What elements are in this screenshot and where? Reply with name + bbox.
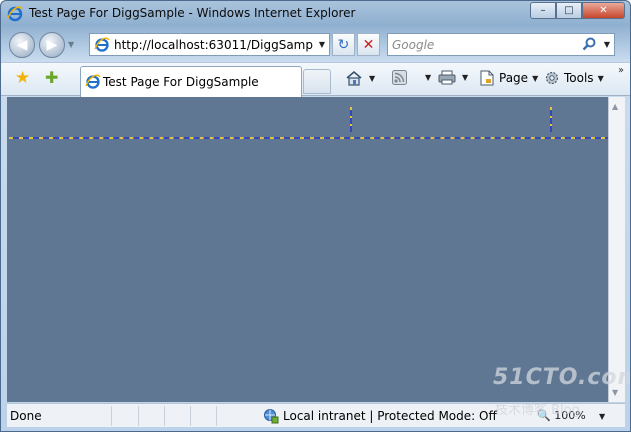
print-dropdown-icon[interactable]: ▼ bbox=[462, 73, 468, 82]
intranet-zone-icon[interactable] bbox=[263, 408, 279, 424]
address-dropdown-icon[interactable]: ▼ bbox=[319, 40, 325, 49]
home-dropdown-icon[interactable]: ▼ bbox=[369, 74, 375, 83]
page-menu-button[interactable]: Page ▼ bbox=[479, 70, 538, 86]
status-text: Done bbox=[10, 409, 42, 423]
status-panel bbox=[111, 406, 138, 426]
search-icon[interactable] bbox=[582, 37, 596, 51]
recent-pages-dropdown-icon[interactable]: ▼ bbox=[68, 40, 74, 49]
page-dropdown-icon[interactable]: ▼ bbox=[532, 74, 538, 83]
zoom-magnifier-icon: 🔍 bbox=[537, 409, 551, 422]
caption-buttons: – □ ✕ bbox=[530, 2, 625, 19]
back-arrow-icon: ◀ bbox=[16, 37, 28, 53]
zoom-dropdown-icon[interactable]: ▼ bbox=[599, 412, 605, 421]
favorites-star-icon[interactable]: ★ bbox=[15, 70, 30, 87]
search-input[interactable] bbox=[392, 37, 582, 53]
minimize-button[interactable]: – bbox=[530, 2, 556, 19]
zoom-level[interactable]: 🔍 100% bbox=[537, 409, 586, 422]
page-icon bbox=[480, 70, 494, 86]
feeds-dropdown-icon[interactable]: ▼ bbox=[425, 73, 431, 82]
title-bar: Test Page For DiggSample - Windows Inter… bbox=[1, 1, 630, 27]
dashed-marker bbox=[550, 107, 552, 132]
status-panel bbox=[164, 406, 190, 426]
refresh-button[interactable]: ↻ bbox=[332, 33, 355, 56]
scroll-up-icon[interactable]: ▲ bbox=[612, 102, 618, 111]
add-favorite-icon[interactable]: ✚ bbox=[45, 70, 58, 86]
dashed-marker bbox=[350, 107, 352, 132]
printer-icon bbox=[438, 70, 456, 85]
status-panel bbox=[216, 406, 262, 426]
tools-menu-label: Tools bbox=[564, 71, 594, 85]
ie-logo-icon bbox=[7, 6, 23, 22]
refresh-icon: ↻ bbox=[337, 36, 350, 53]
forward-arrow-icon: ▶ bbox=[46, 37, 58, 53]
forward-button[interactable]: ▶ bbox=[39, 32, 65, 58]
search-box[interactable]: ▼ bbox=[387, 33, 615, 56]
tools-dropdown-icon[interactable]: ▼ bbox=[598, 74, 604, 83]
address-bar[interactable]: http://localhost:63011/DiggSampleTe ▼ bbox=[89, 33, 330, 56]
tab-ie-icon bbox=[85, 74, 101, 89]
feeds-button[interactable]: ▼ bbox=[392, 70, 431, 85]
page-content bbox=[7, 97, 608, 402]
navigation-bar: ◀ ▶ ▼ http://localhost:63011/DiggSampleT… bbox=[1, 28, 630, 62]
dashed-divider bbox=[9, 137, 607, 139]
vertical-scrollbar[interactable]: ▲ ▼ bbox=[608, 97, 625, 402]
zoom-value: 100% bbox=[554, 409, 586, 422]
rss-feed-icon bbox=[392, 70, 407, 85]
tab-title: Test Page For DiggSample bbox=[103, 75, 259, 89]
toolbar-overflow-chevron-icon[interactable]: ›› bbox=[618, 65, 624, 76]
tab-active[interactable]: Test Page For DiggSample bbox=[80, 66, 302, 97]
status-panel bbox=[138, 406, 164, 426]
tools-menu-button[interactable]: Tools ▼ bbox=[544, 70, 604, 86]
status-bar: Done Local intranet | Protected Mode: Of… bbox=[7, 403, 625, 427]
print-button[interactable]: ▼ bbox=[438, 70, 468, 85]
maximize-button[interactable]: □ bbox=[556, 2, 582, 19]
home-icon bbox=[346, 70, 362, 86]
page-menu-label: Page bbox=[499, 71, 529, 85]
search-options-dropdown-icon[interactable]: ▼ bbox=[604, 40, 610, 49]
page-ie-icon bbox=[94, 37, 110, 52]
window-title: Test Page For DiggSample - Windows Inter… bbox=[29, 6, 356, 20]
browser-window: Test Page For DiggSample - Windows Inter… bbox=[0, 0, 631, 432]
status-panel bbox=[190, 406, 216, 426]
scroll-down-icon[interactable]: ▼ bbox=[612, 388, 618, 397]
address-url[interactable]: http://localhost:63011/DiggSampleTe bbox=[114, 38, 314, 52]
command-bar: ★ ✚ Test Page For DiggSample ▼ ▼ ▼ Page … bbox=[1, 62, 630, 97]
security-zone-text[interactable]: Local intranet | Protected Mode: Off bbox=[283, 409, 497, 423]
stop-button[interactable]: ✕ bbox=[357, 33, 380, 56]
close-button[interactable]: ✕ bbox=[582, 2, 625, 19]
back-button[interactable]: ◀ bbox=[9, 32, 35, 58]
home-button[interactable]: ▼ bbox=[345, 70, 375, 86]
new-tab-button[interactable] bbox=[303, 69, 331, 94]
stop-icon: ✕ bbox=[362, 36, 375, 53]
gear-icon bbox=[545, 71, 559, 85]
